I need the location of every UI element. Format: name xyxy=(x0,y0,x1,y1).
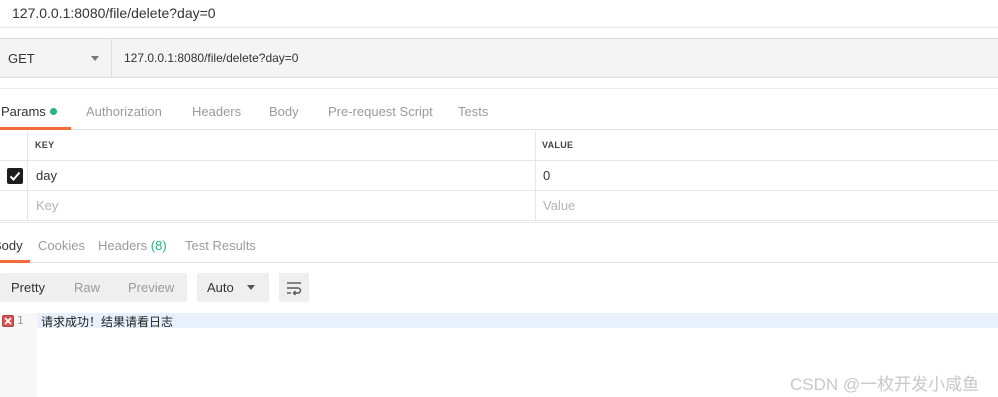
params-header-row: KEY VALUE xyxy=(0,131,998,161)
url-text: 127.0.0.1:8080/file/delete?day=0 xyxy=(124,51,299,65)
response-toolbar: Pretty Raw Preview Auto xyxy=(0,273,998,303)
tab-pre-request-script[interactable]: Pre-request Script xyxy=(328,104,433,119)
key-placeholder: Key xyxy=(36,198,59,213)
tab-tests[interactable]: Tests xyxy=(458,104,488,119)
value-placeholder: Value xyxy=(543,198,576,213)
checkmark-icon xyxy=(9,171,21,181)
error-icon xyxy=(2,315,14,327)
tab-test-results[interactable]: Test Results xyxy=(185,238,256,253)
request-title: 127.0.0.1:8080/file/delete?day=0 xyxy=(12,5,216,21)
param-value: 0 xyxy=(543,168,551,183)
wrap-lines-button[interactable] xyxy=(279,273,309,302)
url-input[interactable]: 127.0.0.1:8080/file/delete?day=0 xyxy=(113,39,998,77)
new-value-input[interactable]: Value xyxy=(535,191,998,220)
pretty-button[interactable]: Pretty xyxy=(11,280,45,295)
chevron-down-icon xyxy=(91,56,99,61)
tab-cookies[interactable]: Cookies xyxy=(38,238,85,253)
active-tab-indicator xyxy=(0,127,71,130)
new-param-row: Key Value xyxy=(0,191,998,221)
value-header-cell: VALUE xyxy=(535,131,998,160)
preview-button[interactable]: Preview xyxy=(128,280,174,295)
active-response-tab-indicator xyxy=(0,260,30,263)
request-bar: GET 127.0.0.1:8080/file/delete?day=0 xyxy=(0,38,998,78)
wrap-lines-icon xyxy=(287,282,302,296)
tab-response-headers[interactable]: Headers (8) xyxy=(98,238,167,253)
line-number: 1 xyxy=(17,314,24,327)
request-tabs: Params Authorization Headers Body Pre-re… xyxy=(0,88,998,130)
new-key-input[interactable]: Key xyxy=(27,191,535,220)
value-column-header: VALUE xyxy=(542,140,574,150)
params-active-dot-icon xyxy=(49,108,57,116)
tab-response-body[interactable]: Body xyxy=(0,238,23,253)
key-header-cell: KEY xyxy=(27,131,535,160)
method-select[interactable]: GET xyxy=(0,39,112,77)
tab-params[interactable]: Params xyxy=(1,104,57,119)
row-enabled-checkbox[interactable] xyxy=(7,168,23,184)
format-label: Auto xyxy=(207,280,234,295)
tab-body[interactable]: Body xyxy=(269,104,299,119)
response-text: 请求成功！结果请看日志 xyxy=(41,315,174,329)
method-label: GET xyxy=(8,51,35,66)
chevron-down-icon xyxy=(247,285,255,290)
key-column-header: KEY xyxy=(35,140,55,150)
line-gutter: 1 xyxy=(0,313,37,397)
tab-authorization[interactable]: Authorization xyxy=(86,104,162,119)
response-tabs: Body Cookies Headers (8) Test Results xyxy=(0,222,998,263)
raw-button[interactable]: Raw xyxy=(74,280,100,295)
view-mode-group: Pretty Raw Preview xyxy=(0,273,187,302)
key-cell[interactable]: day xyxy=(27,161,535,190)
tab-response-headers-label: Headers xyxy=(98,238,148,253)
tab-headers[interactable]: Headers xyxy=(192,104,241,119)
request-title-bar: 127.0.0.1:8080/file/delete?day=0 xyxy=(0,0,998,28)
watermark: CSDN @一枚开发小咸鱼 xyxy=(790,375,980,394)
value-cell[interactable]: 0 xyxy=(535,161,998,190)
format-select[interactable]: Auto xyxy=(197,273,269,302)
params-table: KEY VALUE day 0 Key Value xyxy=(0,131,998,221)
active-line-highlight xyxy=(37,313,998,328)
headers-count-badge: (8) xyxy=(150,238,167,253)
table-row: day 0 xyxy=(0,161,998,191)
tab-params-label: Params xyxy=(1,104,46,119)
param-key: day xyxy=(36,168,57,183)
